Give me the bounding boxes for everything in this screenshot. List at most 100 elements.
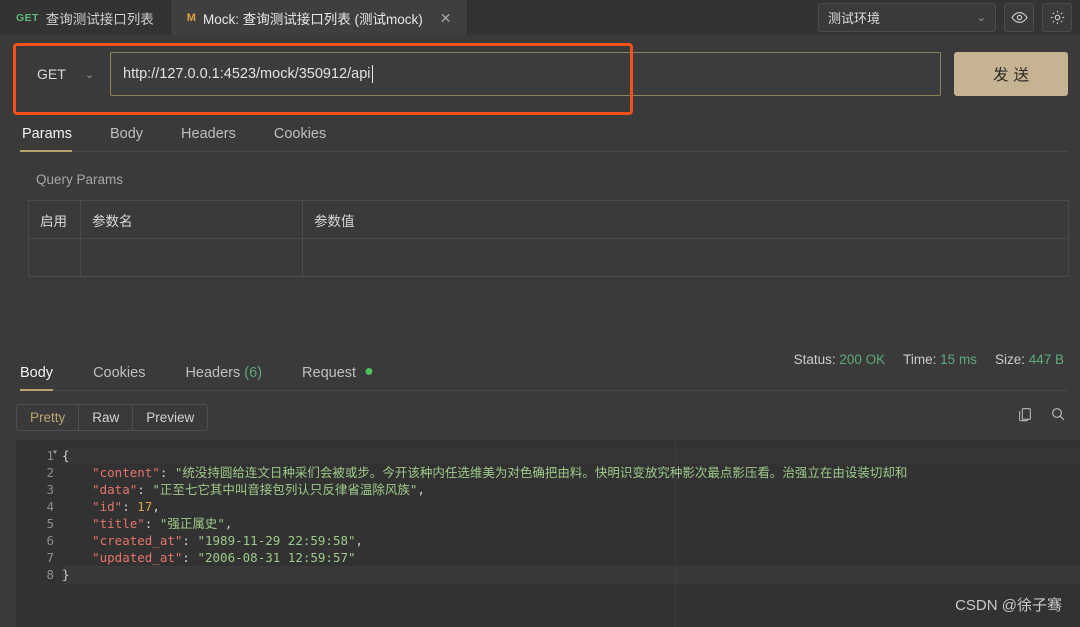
json-string-value: "强正属史" — [159, 516, 225, 531]
app-window: GET 查询测试接口列表 M Mock: 查询测试接口列表 (测试mock) ✕… — [0, 0, 1080, 627]
response-tab-headers[interactable]: Headers (6) — [185, 365, 262, 390]
fold-toggle-icon[interactable]: ▾ — [52, 447, 58, 458]
editor-code-area[interactable]: { "content": "统没持圆给连文日种采们会被或步。今开该种内任选维美为… — [62, 440, 1080, 627]
code-line-2: "content": "统没持圆给连文日种采们会被或步。今开该种内任选维美为对色… — [62, 464, 1080, 481]
line-number: 6 — [46, 533, 54, 548]
http-method-value: GET — [37, 66, 66, 82]
json-key: "data" — [92, 482, 138, 497]
status-label: Status: — [793, 352, 836, 367]
json-key: "created_at" — [92, 533, 183, 548]
line-number: 7 — [46, 550, 54, 565]
line-number: 4 — [46, 499, 54, 514]
copy-icon[interactable] — [1017, 406, 1033, 427]
send-button[interactable]: 发送 — [954, 52, 1068, 96]
code-open-brace: { — [62, 448, 70, 463]
gear-icon — [1049, 9, 1066, 26]
url-input[interactable]: http://127.0.0.1:4523/mock/350912/api — [110, 52, 941, 96]
search-icon[interactable] — [1050, 406, 1066, 427]
json-key: "id" — [92, 499, 123, 514]
code-line-3: "data": "正至七它其中叫音接包列认只反律省温除风族", — [62, 481, 1080, 498]
column-header-enabled: 启用 — [29, 201, 81, 239]
tab-body[interactable]: Body — [108, 126, 157, 151]
response-tab-headers-count: (6) — [244, 365, 263, 381]
view-mode-preview[interactable]: Preview — [133, 405, 208, 430]
code-line-1: { — [62, 447, 1080, 464]
code-line-8: } — [62, 566, 1080, 583]
json-string-value: "1989-11-29 22:59:58" — [197, 533, 356, 548]
json-comma: , — [224, 516, 233, 531]
query-params-table: 启用 参数名 参数值 — [28, 200, 1069, 278]
chevron-down-icon: ⌄ — [84, 68, 94, 81]
status-dot-icon: ● — [364, 363, 374, 380]
json-string-value: "正至七它其中叫音接包列认只反律省温除风族" — [152, 482, 418, 497]
request-tab-bar: Params Body Headers Cookies — [20, 118, 1068, 152]
json-key: "content" — [92, 465, 160, 480]
size-label: Size: — [994, 352, 1025, 367]
eye-button[interactable] — [1004, 3, 1034, 32]
line-number: 3 — [46, 482, 54, 497]
document-tab-request[interactable]: GET 查询测试接口列表 — [0, 0, 171, 35]
json-comma: , — [152, 499, 160, 514]
json-colon: : — [137, 482, 153, 497]
environment-value: 测试环境 — [828, 11, 881, 26]
table-row-cell-name[interactable] — [81, 239, 303, 278]
response-tab-cookies[interactable]: Cookies — [93, 365, 145, 390]
time-label: Time: — [903, 352, 937, 367]
editor-gutter: 1 2 3 4 5 6 7 8 — [16, 440, 62, 627]
json-key: "updated_at" — [92, 550, 183, 565]
status-value: 200 OK — [839, 352, 886, 367]
query-params-label: Query Params — [36, 172, 124, 187]
response-tab-headers-label: Headers — [185, 365, 241, 381]
code-line-4: "id": 17, — [62, 498, 1080, 515]
http-method-select[interactable]: GET ⌄ — [20, 52, 110, 96]
watermark: CSDN @徐子骞 — [955, 597, 1062, 614]
json-comma: , — [355, 533, 364, 548]
url-value: http://127.0.0.1:4523/mock/350912/api — [123, 66, 371, 82]
tab-title: 查询测试接口列表 — [45, 11, 154, 27]
json-number-value: 17 — [137, 499, 153, 514]
column-header-param-name: 参数名 — [81, 201, 303, 239]
response-body-editor[interactable]: 1 2 3 4 5 6 7 8 ▾ { "content": "统没持圆给连文日… — [16, 440, 1080, 627]
tab-headers[interactable]: Headers — [179, 126, 250, 151]
environment-select[interactable]: 测试环境 ⌄ — [818, 3, 996, 32]
document-tab-mock[interactable]: M Mock: 查询测试接口列表 (测试mock) ✕ — [170, 0, 469, 35]
tab-method-badge: GET — [16, 11, 39, 24]
tab-params[interactable]: Params — [20, 126, 86, 152]
json-colon: : — [122, 499, 138, 514]
response-tab-request[interactable]: Request ● — [302, 364, 374, 390]
table-row-cell-value[interactable] — [303, 239, 1068, 278]
table-row-cell-enabled[interactable] — [29, 239, 81, 278]
view-mode-pretty[interactable]: Pretty — [17, 405, 80, 430]
line-number: 8 — [46, 567, 54, 582]
response-meta: Status: 200 OK Time: 15 ms Size: 447 B — [794, 352, 1064, 367]
code-line-5: "title": "强正属史", — [62, 515, 1080, 532]
json-colon: : — [182, 533, 198, 548]
size-badge: Size: 447 B — [995, 352, 1064, 367]
line-number: 2 — [46, 465, 54, 480]
tab-cookies[interactable]: Cookies — [272, 126, 340, 151]
close-icon[interactable]: ✕ — [440, 11, 452, 25]
code-close-brace: } — [62, 567, 70, 582]
settings-button[interactable] — [1042, 3, 1072, 32]
text-caret — [371, 65, 373, 83]
line-number: 5 — [46, 516, 54, 531]
response-tab-body[interactable]: Body — [20, 365, 54, 391]
tab-title: Mock: 查询测试接口列表 (测试mock) — [202, 11, 423, 27]
response-tool-buttons — [1017, 406, 1066, 427]
json-key: "title" — [92, 516, 145, 531]
response-tab-request-label: Request — [302, 365, 357, 381]
tab-mock-badge: M — [186, 11, 196, 24]
code-line-7: "updated_at": "2006-08-31 12:59:57" — [62, 549, 1080, 566]
request-url-row: GET ⌄ http://127.0.0.1:4523/mock/350912/… — [20, 52, 1068, 96]
json-colon: : — [144, 516, 160, 531]
column-header-param-value: 参数值 — [303, 201, 1068, 239]
time-badge: Time: 15 ms — [903, 352, 977, 367]
json-string-value: "2006-08-31 12:59:57" — [197, 550, 356, 565]
chevron-down-icon: ⌄ — [976, 12, 986, 24]
top-right-controls: 测试环境 ⌄ — [818, 3, 1072, 32]
response-view-toggle: Pretty Raw Preview — [16, 404, 209, 431]
json-colon: : — [159, 465, 175, 480]
json-colon: : — [182, 550, 198, 565]
view-mode-raw[interactable]: Raw — [79, 405, 134, 430]
eye-icon — [1010, 9, 1028, 26]
